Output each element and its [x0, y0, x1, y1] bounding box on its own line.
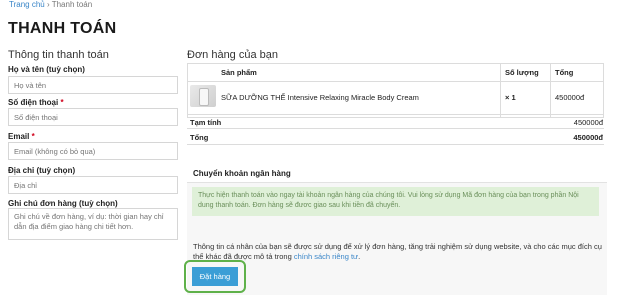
- column-header-quantity: Số lượng: [505, 68, 539, 77]
- page-title: THANH TOÁN: [8, 20, 117, 37]
- order-note-field[interactable]: [8, 208, 178, 240]
- breadcrumb-current: Thanh toán: [51, 0, 93, 9]
- email-field[interactable]: [8, 142, 178, 160]
- payment-method-title: Chuyển khoản ngân hàng: [193, 169, 291, 178]
- table-row-divider: [187, 144, 604, 145]
- product-name: SỮA DƯỠNG THỂ Intensive Relaxing Miracle…: [221, 93, 419, 102]
- name-field[interactable]: [8, 76, 178, 94]
- place-order-button[interactable]: Đặt hàng: [192, 267, 238, 286]
- address-field[interactable]: [8, 176, 178, 194]
- phone-field[interactable]: [8, 108, 178, 126]
- required-mark: *: [60, 98, 64, 107]
- table-row-divider: [187, 81, 604, 82]
- subtotal-label: Tạm tính: [190, 118, 222, 127]
- column-divider: [550, 63, 551, 118]
- name-label: Họ và tên (tuỳ chọn): [8, 65, 85, 74]
- breadcrumb-home-link[interactable]: Trang chủ: [9, 0, 45, 9]
- product-price: 450000đ: [555, 93, 585, 102]
- phone-label: Số điện thoại *: [8, 98, 64, 107]
- email-label: Email *: [8, 132, 35, 141]
- table-row-divider: [187, 114, 604, 115]
- total-value: 450000đ: [573, 133, 603, 142]
- billing-heading: Thông tin thanh toán: [8, 49, 109, 61]
- total-label: Tổng: [190, 133, 209, 142]
- breadcrumb: Trang chủ › Thanh toán: [9, 0, 92, 10]
- product-quantity: × 1: [505, 93, 516, 102]
- address-label: Địa chỉ (tuỳ chọn): [8, 166, 76, 175]
- table-row-divider: [187, 128, 604, 129]
- column-header-total: Tổng: [555, 68, 574, 77]
- payment-description: Thực hiện thanh toán vào ngay tài khoản …: [192, 187, 599, 216]
- breadcrumb-separator: ›: [46, 0, 50, 9]
- subtotal-value: 450000đ: [573, 118, 603, 127]
- product-thumbnail: [190, 85, 216, 107]
- note-label: Ghi chú đơn hàng (tuỳ chọn): [8, 199, 118, 208]
- order-heading: Đơn hàng của bạn: [187, 49, 279, 61]
- divider: [187, 182, 607, 183]
- required-mark: *: [31, 132, 35, 141]
- column-header-product: Sản phẩm: [221, 68, 257, 77]
- privacy-notice: Thông tin cá nhân của bạn sẽ được sử dụn…: [193, 242, 602, 261]
- privacy-policy-link[interactable]: chính sách riêng tư: [294, 252, 358, 261]
- column-divider: [500, 63, 501, 118]
